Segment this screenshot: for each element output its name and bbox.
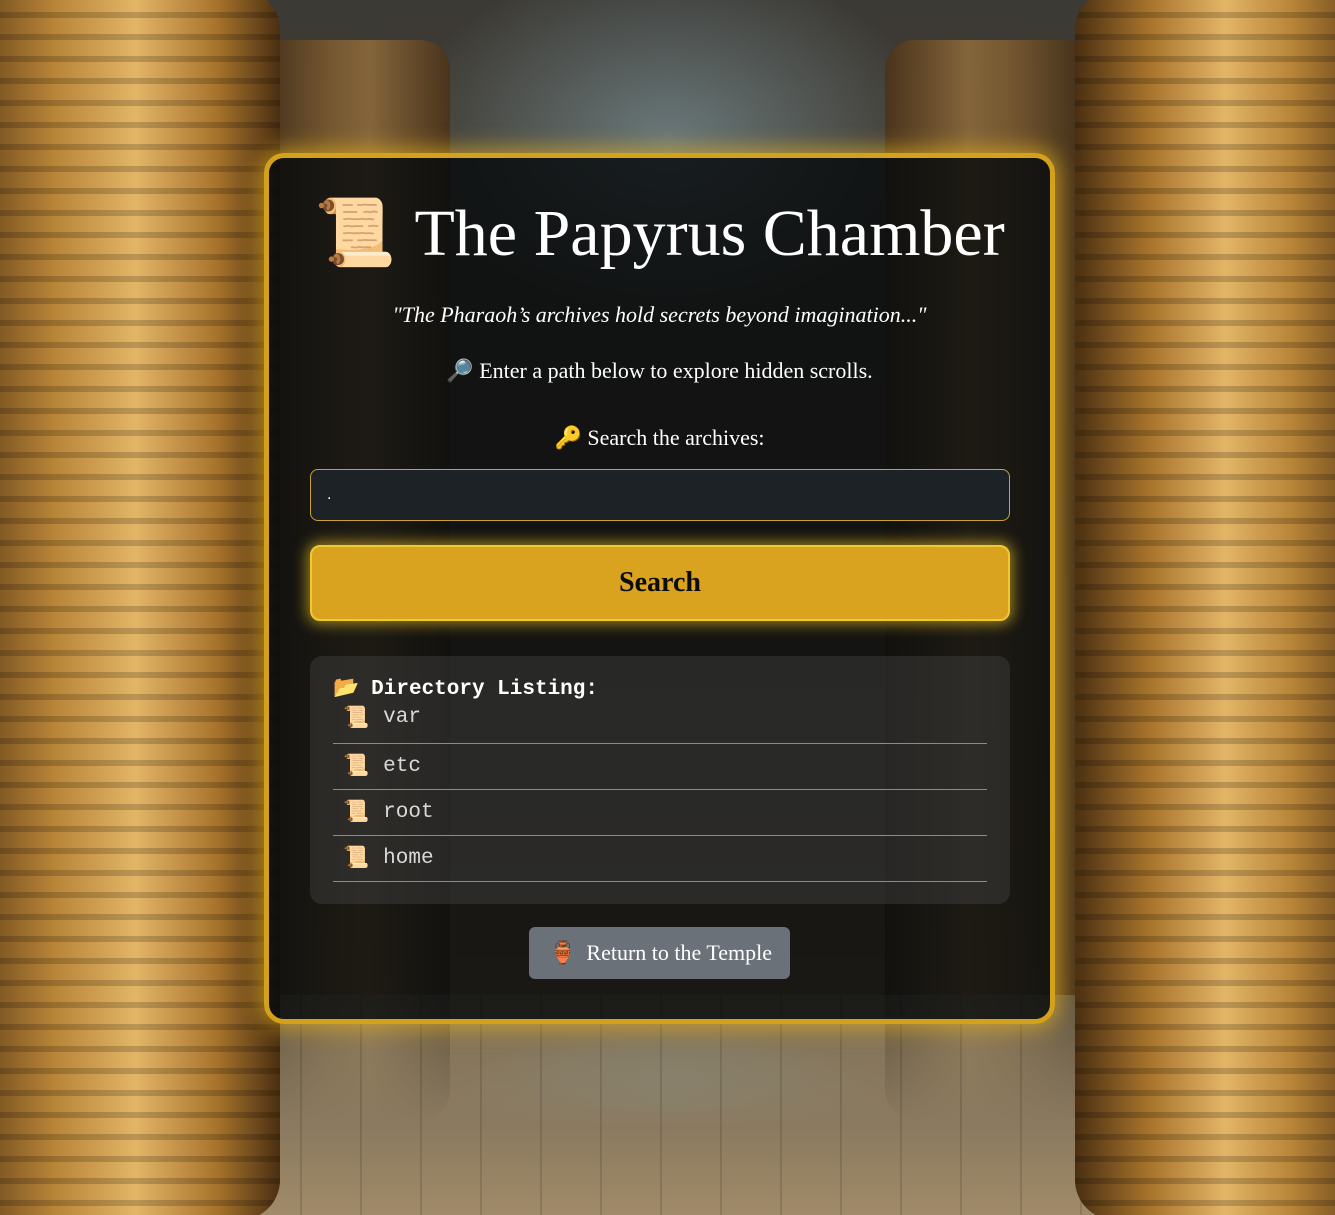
search-label: 🔑 Search the archives: <box>310 424 1009 452</box>
instructions: 🔎 Enter a path below to explore hidden s… <box>310 357 1009 385</box>
return-to-temple-label: Return to the Temple <box>586 940 773 965</box>
temple-pillar-left <box>0 0 280 1215</box>
page-title: 📜 The Papyrus Chamber <box>310 194 1009 274</box>
directory-item-name: etc <box>383 755 421 778</box>
directory-listing: 📂 Directory Listing: 📜 var 📜 etc 📜 root … <box>310 656 1010 904</box>
directory-item-name: var <box>383 706 421 729</box>
scroll-icon: 📜 <box>343 848 370 871</box>
search-label-text: Search the archives: <box>587 425 765 450</box>
directory-listing-heading-text: Directory Listing: <box>371 678 598 701</box>
directory-listing-heading: 📂 Directory Listing: <box>333 676 987 704</box>
key-icon: 🔑 <box>554 425 582 450</box>
directory-item-name: root <box>383 801 434 824</box>
open-folder-icon: 📂 <box>333 678 360 701</box>
directory-list: 📜 var 📜 etc 📜 root 📜 home <box>333 704 987 882</box>
scroll-icon: 📜 <box>343 708 370 731</box>
temple-pillar-right <box>1075 0 1335 1215</box>
magnifier-icon: 🔎 <box>446 358 474 383</box>
directory-item-root[interactable]: 📜 root <box>333 790 987 836</box>
scroll-icon: 📜 <box>343 802 370 825</box>
instructions-text: Enter a path below to explore hidden scr… <box>479 358 873 383</box>
directory-item-etc[interactable]: 📜 etc <box>333 744 987 790</box>
directory-item-home[interactable]: 📜 home <box>333 836 987 882</box>
search-button[interactable]: Search <box>310 545 1010 621</box>
return-to-temple-button[interactable]: 🏺 Return to the Temple <box>528 927 791 979</box>
amphora-icon: 🏺 <box>548 940 577 965</box>
directory-item-var[interactable]: 📜 var <box>333 704 987 744</box>
path-search-input[interactable] <box>310 469 1010 521</box>
tagline-quote: "The Pharaoh’s archives hold secrets bey… <box>392 302 927 327</box>
directory-item-name: home <box>383 847 434 870</box>
scroll-icon: 📜 <box>343 756 370 779</box>
papyrus-chamber-card: 📜 The Papyrus Chamber "The Pharaoh’s arc… <box>264 153 1055 1024</box>
scroll-icon: 📜 <box>314 197 397 270</box>
page-title-text: The Papyrus Chamber <box>414 197 1005 270</box>
